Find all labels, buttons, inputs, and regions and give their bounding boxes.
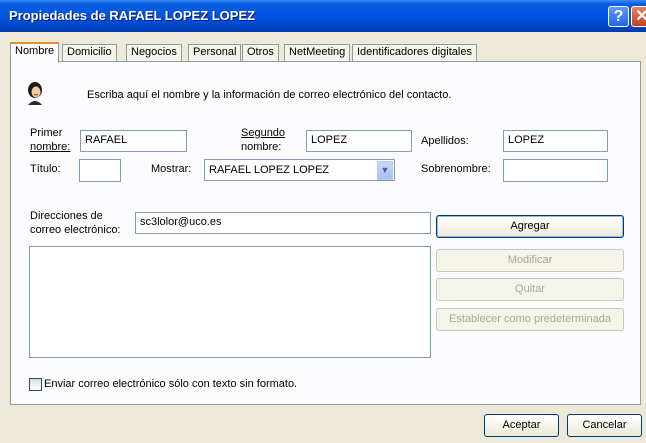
tab-nombre[interactable]: Nombre bbox=[10, 42, 60, 63]
tab-identificadores-digitales[interactable]: Identificadores digitales bbox=[352, 44, 477, 61]
nickname-label: Sobrenombre: bbox=[421, 163, 491, 175]
plain-text-checkbox-label: Enviar correo electrónico sólo con texto… bbox=[44, 378, 298, 390]
edit-button[interactable]: Modificar bbox=[436, 249, 624, 272]
nickname-input[interactable] bbox=[503, 159, 608, 182]
tab-panel-nombre: Escriba aquí el nombre y la información … bbox=[10, 61, 641, 405]
title-bar[interactable]: Propiedades de RAFAEL LOPEZ LOPEZ ? ✕ bbox=[0, 0, 646, 32]
remove-button[interactable]: Quitar bbox=[436, 278, 624, 301]
middle-name-label-line2: nombre: bbox=[241, 141, 282, 153]
close-icon: ✕ bbox=[635, 8, 646, 25]
title-input[interactable] bbox=[79, 159, 121, 182]
add-button[interactable]: Agregar bbox=[436, 215, 624, 238]
close-button[interactable]: ✕ bbox=[631, 6, 646, 27]
window-title: Propiedades de RAFAEL LOPEZ LOPEZ bbox=[9, 8, 256, 23]
display-dropdown-value: RAFAEL LOPEZ LOPEZ bbox=[209, 164, 330, 176]
intro-text: Escriba aquí el nombre y la información … bbox=[87, 89, 452, 101]
display-dropdown[interactable]: RAFAEL LOPEZ LOPEZ ▼ bbox=[204, 159, 395, 181]
title-label: Título: bbox=[30, 163, 61, 175]
middle-name-label-line1: Segundo bbox=[241, 127, 286, 139]
help-button[interactable]: ? bbox=[608, 6, 629, 27]
chevron-down-icon[interactable]: ▼ bbox=[377, 161, 393, 180]
tab-domicilio[interactable]: Domicilio bbox=[62, 44, 117, 61]
plain-text-checkbox[interactable] bbox=[29, 378, 42, 391]
dialog-window: Propiedades de RAFAEL LOPEZ LOPEZ ? ✕ No… bbox=[0, 0, 646, 443]
tab-netmeeting[interactable]: NetMeeting bbox=[284, 44, 351, 61]
ok-button[interactable]: Aceptar bbox=[484, 414, 559, 437]
email-input[interactable]: sc3lolor@uco.es bbox=[135, 212, 431, 234]
last-name-label: Apellidos: bbox=[421, 135, 469, 147]
email-label-line1: Direcciones de bbox=[30, 210, 103, 222]
tab-otros[interactable]: Otros bbox=[242, 44, 279, 61]
first-name-label-line1: Primer bbox=[30, 127, 63, 139]
tab-negocios[interactable]: Negocios bbox=[126, 44, 182, 61]
first-name-input[interactable]: RAFAEL bbox=[80, 130, 187, 152]
email-address-list[interactable] bbox=[29, 246, 431, 358]
first-name-label-line2: nombre: bbox=[30, 141, 71, 153]
display-label: Mostrar: bbox=[151, 163, 192, 175]
last-name-input[interactable]: LOPEZ bbox=[503, 130, 608, 152]
cancel-button[interactable]: Cancelar bbox=[567, 414, 642, 437]
set-default-button[interactable]: Establecer como predeterminada bbox=[436, 308, 624, 331]
email-label-line2: correo electrónico: bbox=[30, 224, 121, 236]
tab-personal[interactable]: Personal bbox=[188, 44, 242, 61]
help-icon: ? bbox=[613, 8, 624, 25]
middle-name-input[interactable]: LOPEZ bbox=[306, 130, 412, 152]
contact-person-icon bbox=[28, 82, 42, 105]
